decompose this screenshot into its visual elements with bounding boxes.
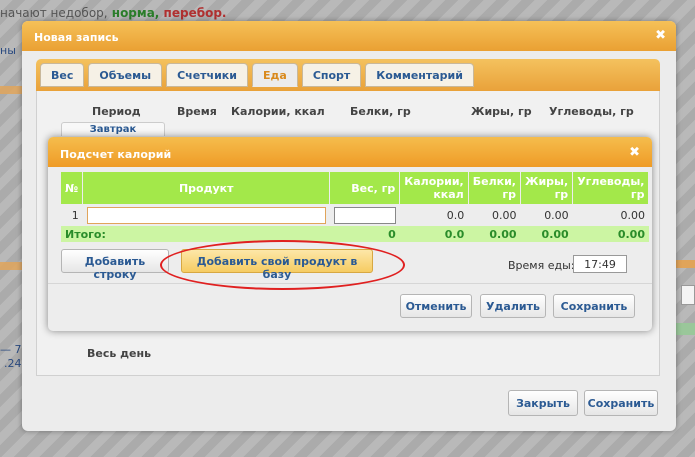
column-calories: Калории, ккал bbox=[231, 105, 325, 118]
column-protein: Белки, гр bbox=[350, 105, 411, 118]
add-custom-product-button[interactable]: Добавить свой продукт в базу bbox=[181, 249, 373, 281]
tab-weight[interactable]: Вес bbox=[40, 63, 85, 87]
background-fragment: .24 bbox=[4, 357, 22, 370]
close-icon[interactable]: ✖ bbox=[629, 145, 640, 160]
background-hint-norm: норма, bbox=[107, 6, 160, 20]
weight-input[interactable] bbox=[333, 206, 396, 224]
total-label: Итого: bbox=[61, 226, 330, 242]
entry-tabs: Вес Объемы Счетчики Еда Спорт Комментари… bbox=[36, 59, 660, 91]
background-hint-text: начают недобор, норма, перебор. bbox=[0, 6, 226, 20]
close-button[interactable]: Закрыть bbox=[508, 390, 578, 416]
tab-food[interactable]: Еда bbox=[251, 63, 298, 87]
meal-time-input[interactable]: 17:49 bbox=[573, 255, 627, 273]
header-protein: Белки, гр bbox=[468, 172, 522, 204]
total-carbs: 0.00 bbox=[572, 226, 649, 242]
background-hint-over: перебор. bbox=[159, 6, 227, 20]
tab-counters[interactable]: Счетчики bbox=[166, 63, 248, 87]
total-row: Итого: 0 0.0 0.00 0.00 0.00 bbox=[61, 226, 649, 242]
calorie-calc-dialog: Подсчет калорий ✖ № Продукт Вес, гр Кало… bbox=[48, 137, 652, 331]
header-carbs: Углеводы, гр bbox=[572, 172, 650, 204]
product-cell bbox=[83, 204, 330, 226]
column-fat: Жиры, гр bbox=[471, 105, 532, 118]
background-strip bbox=[676, 323, 695, 335]
total-calories: 0.0 bbox=[399, 226, 469, 242]
close-icon[interactable]: ✖ bbox=[655, 28, 666, 43]
total-weight: 0 bbox=[329, 226, 400, 242]
calorie-calc-title: Подсчет калорий bbox=[60, 148, 172, 161]
row-calories: 0.0 bbox=[446, 208, 465, 222]
tab-sport[interactable]: Спорт bbox=[301, 63, 362, 87]
background-strip bbox=[0, 86, 22, 94]
new-entry-title: Новая запись bbox=[34, 31, 119, 44]
save-calc-button[interactable]: Сохранить bbox=[553, 294, 635, 318]
add-row-button[interactable]: Добавить строку bbox=[61, 249, 169, 281]
row-protein: 0.00 bbox=[492, 208, 517, 222]
meal-tab-breakfast[interactable]: Завтрак bbox=[61, 122, 165, 136]
column-time: Время bbox=[177, 105, 217, 118]
row-fat: 0.00 bbox=[544, 208, 569, 222]
meal-time-label: Время еды: bbox=[508, 259, 575, 272]
delete-button[interactable]: Удалить bbox=[480, 294, 546, 318]
header-calories: Калории, ккал bbox=[399, 172, 469, 204]
new-entry-title-bar: Новая запись ✖ bbox=[22, 21, 676, 51]
weight-cell bbox=[330, 204, 400, 226]
background-strip bbox=[676, 260, 695, 268]
calorie-table: № Продукт Вес, гр Калории, ккал Белки, г… bbox=[61, 172, 650, 242]
background-button bbox=[681, 285, 695, 305]
total-fat: 0.00 bbox=[520, 226, 573, 242]
header-num: № bbox=[61, 172, 84, 204]
tab-comment[interactable]: Комментарий bbox=[365, 63, 474, 87]
all-day-label: Весь день bbox=[87, 347, 152, 360]
background-fragment: ны bbox=[0, 44, 16, 57]
column-period: Период bbox=[92, 105, 141, 118]
cancel-button[interactable]: Отменить bbox=[400, 294, 472, 318]
background-strip bbox=[0, 262, 22, 270]
header-fat: Жиры, гр bbox=[520, 172, 574, 204]
total-protein: 0.00 bbox=[468, 226, 521, 242]
header-product: Продукт bbox=[82, 172, 331, 204]
product-input[interactable] bbox=[86, 206, 326, 224]
tab-volumes[interactable]: Объемы bbox=[88, 63, 163, 87]
dialog-divider bbox=[48, 283, 652, 284]
save-entry-button[interactable]: Сохранить bbox=[584, 390, 658, 416]
header-weight: Вес, гр bbox=[329, 172, 401, 204]
row-carbs: 0.00 bbox=[620, 208, 645, 222]
row-num: 1 bbox=[71, 208, 79, 222]
column-carbs: Углеводы, гр bbox=[549, 105, 634, 118]
background-hint-prefix: начают недобор, bbox=[0, 6, 108, 20]
table-row: 1 0.0 0.00 0.00 0.00 bbox=[61, 204, 649, 226]
calorie-calc-title-bar: Подсчет калорий ✖ bbox=[48, 137, 652, 167]
